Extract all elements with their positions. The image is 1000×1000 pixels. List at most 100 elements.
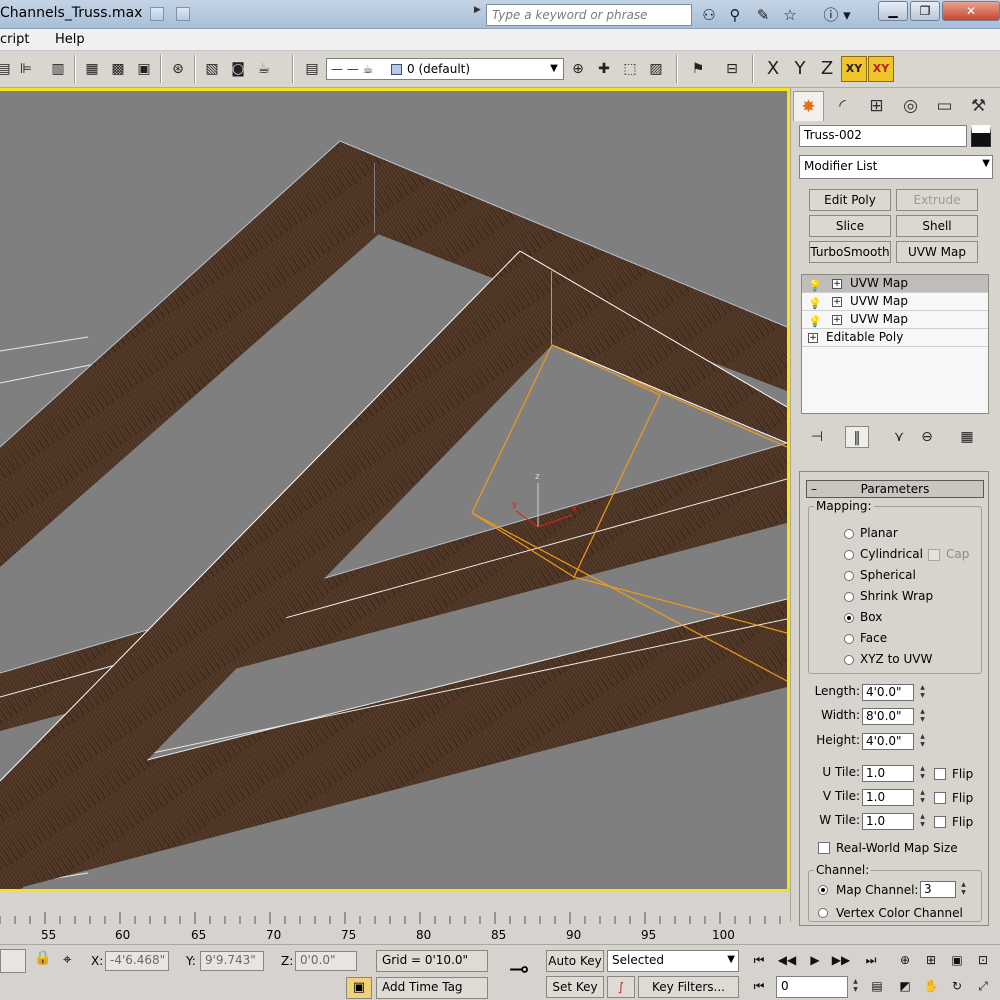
axis-x-button[interactable]: X xyxy=(760,56,786,82)
cap-checkbox[interactable] xyxy=(928,549,940,561)
length-field[interactable]: 4'0.0" xyxy=(862,684,914,701)
go-to-end-icon[interactable]: ⏭ xyxy=(860,950,882,970)
create-layer-icon[interactable]: ⊕ xyxy=(566,57,590,81)
radio-planar[interactable] xyxy=(844,529,854,539)
set-current-layer-icon[interactable]: ▨ xyxy=(644,57,668,81)
zoom-all-icon[interactable]: ⊞ xyxy=(920,950,942,970)
map-channel-field[interactable]: 3 xyxy=(920,881,956,898)
expand-plus-icon[interactable]: + xyxy=(832,279,842,289)
stack-item-uvw-map[interactable]: 💡 + UVW Map xyxy=(802,293,988,311)
binoculars-icon[interactable]: ⚇ xyxy=(697,4,721,26)
zoom-extents-icon[interactable]: ▣ xyxy=(946,950,968,970)
manage-layers-icon[interactable]: ▥ xyxy=(46,57,70,81)
radio-xyz-to-uvw[interactable] xyxy=(844,655,854,665)
key-icon[interactable]: ⚲ xyxy=(723,4,747,26)
render-teapot-icon[interactable]: ☕ xyxy=(252,57,276,81)
selection-set-dropdown[interactable]: Selected ▼ xyxy=(607,950,739,972)
w-tile-field[interactable]: 1.0 xyxy=(862,813,914,830)
time-configuration-icon[interactable]: ▤ xyxy=(866,976,888,996)
lightbulb-icon[interactable]: 💡 xyxy=(808,295,822,312)
create-tab-icon[interactable]: ✸ xyxy=(793,91,824,121)
schematic-view-icon[interactable]: ⊛ xyxy=(166,57,190,81)
axis-constraint-xy-button[interactable]: XY xyxy=(868,56,894,82)
lock-icon[interactable]: 🔒 xyxy=(34,950,51,966)
v-flip-checkbox[interactable] xyxy=(934,792,946,804)
length-spinner-icon[interactable]: ▲ ▼ xyxy=(917,684,928,701)
layer-manager-icon[interactable]: ▦ xyxy=(80,57,104,81)
absolute-mode-icon[interactable]: ⌖ xyxy=(63,950,71,968)
curve-editor-icon[interactable]: ▣ xyxy=(132,57,156,81)
next-frame-icon[interactable]: ▶▶ xyxy=(830,950,852,970)
extrude-button[interactable]: Extrude xyxy=(896,189,978,211)
lightbulb-icon[interactable]: 💡 xyxy=(808,313,822,330)
z-coord-field[interactable]: 0'0.0" xyxy=(295,951,357,971)
turbosmooth-button[interactable]: TurboSmooth xyxy=(809,241,891,263)
stack-item-uvw-map[interactable]: 💡 + UVW Map xyxy=(802,275,988,293)
render-setup-icon[interactable]: ◙ xyxy=(226,57,250,81)
add-selection-icon[interactable]: ✚ xyxy=(592,57,616,81)
w-flip-checkbox[interactable] xyxy=(934,816,946,828)
utilities-tab-icon[interactable]: ⚒ xyxy=(963,91,994,121)
pan-hand-icon[interactable]: ✋ xyxy=(920,976,942,996)
auto-key-button[interactable]: Auto Key xyxy=(546,950,604,972)
add-time-tag-button[interactable]: Add Time Tag xyxy=(376,977,488,999)
frame-spinner-icon[interactable]: ▲ ▼ xyxy=(850,978,861,995)
pin-stack-icon[interactable]: ⊣ xyxy=(805,426,829,448)
key-mode-toggle-icon[interactable]: ⏮ xyxy=(748,976,770,996)
key-mode-icon[interactable]: ∫ xyxy=(607,976,635,998)
make-unique-icon[interactable]: ⋎ xyxy=(887,426,911,448)
maxscript-listener-field[interactable] xyxy=(0,949,26,973)
help-icon[interactable]: ⓘ ▾ xyxy=(818,4,856,26)
axis-z-button[interactable]: Z xyxy=(814,56,840,82)
slice-button[interactable]: Slice xyxy=(809,215,891,237)
show-end-result-icon[interactable]: ‖ xyxy=(845,426,869,448)
motion-tab-icon[interactable]: ◎ xyxy=(895,91,926,121)
menu-maxscript[interactable]: cript xyxy=(0,32,29,47)
ruler-icon[interactable]: ⊟ xyxy=(720,57,744,81)
hierarchy-tab-icon[interactable]: ⊞ xyxy=(861,91,892,121)
object-name-field[interactable]: Truss-002 xyxy=(799,125,967,147)
radio-box[interactable] xyxy=(844,613,854,623)
select-in-layer-icon[interactable]: ⬚ xyxy=(618,57,642,81)
edit-poly-button[interactable]: Edit Poly xyxy=(809,189,891,211)
key-filters-button[interactable]: Key Filters... xyxy=(638,976,739,998)
field-of-view-icon[interactable]: ◩ xyxy=(894,976,916,996)
layer-dropdown[interactable]: — — ☕ 0 (default) ▼ xyxy=(326,58,564,80)
material-editor-icon[interactable]: ▧ xyxy=(200,57,224,81)
search-expand-icon[interactable]: ▶ xyxy=(474,5,486,25)
rollout-header[interactable]: – Parameters xyxy=(806,480,984,498)
radio-cylindrical[interactable] xyxy=(844,550,854,560)
height-field[interactable]: 4'0.0" xyxy=(862,733,914,750)
object-color-swatch[interactable] xyxy=(971,125,991,147)
set-key-button[interactable]: Set Key xyxy=(546,976,604,998)
quick-access-icon[interactable] xyxy=(176,7,190,21)
width-field[interactable]: 8'0.0" xyxy=(862,708,914,725)
map-channel-spinner-icon[interactable]: ▲ ▼ xyxy=(958,881,969,898)
play-icon[interactable]: ▶ xyxy=(804,950,826,970)
go-to-start-icon[interactable]: ⏮ xyxy=(748,950,770,970)
configure-sets-icon[interactable]: ▦ xyxy=(955,426,979,448)
perspective-viewport[interactable]: z x y xyxy=(0,88,790,892)
previous-frame-icon[interactable]: ◀◀ xyxy=(776,950,798,970)
radio-face[interactable] xyxy=(844,634,854,644)
maximize-viewport-icon[interactable]: ⤢ xyxy=(972,976,994,996)
graphite-tools-icon[interactable]: ▩ xyxy=(106,57,130,81)
expand-plus-icon[interactable]: + xyxy=(808,333,818,343)
radio-spherical[interactable] xyxy=(844,571,854,581)
real-world-map-size-checkbox[interactable] xyxy=(818,842,830,854)
radio-map-channel[interactable] xyxy=(818,885,828,895)
uvw-map-button[interactable]: UVW Map xyxy=(896,241,978,263)
width-spinner-icon[interactable]: ▲ ▼ xyxy=(917,708,928,725)
menu-help[interactable]: Help xyxy=(55,32,85,47)
communication-center-icon[interactable]: ✎ xyxy=(751,4,775,26)
modify-tab-icon[interactable]: ◜ xyxy=(827,91,858,121)
close-button[interactable]: ✕ xyxy=(942,1,1000,21)
current-frame-field[interactable]: 0 xyxy=(776,976,848,998)
quick-access-icon[interactable] xyxy=(150,7,164,21)
v-tile-spinner-icon[interactable]: ▲ ▼ xyxy=(917,789,928,806)
axis-y-button[interactable]: Y xyxy=(787,56,813,82)
search-input[interactable]: Type a keyword or phrase xyxy=(486,4,692,26)
radio-vertex-color-channel[interactable] xyxy=(818,908,828,918)
stack-item-editable-poly[interactable]: + Editable Poly xyxy=(802,329,988,347)
y-coord-field[interactable]: 9'9.743" xyxy=(200,951,264,971)
